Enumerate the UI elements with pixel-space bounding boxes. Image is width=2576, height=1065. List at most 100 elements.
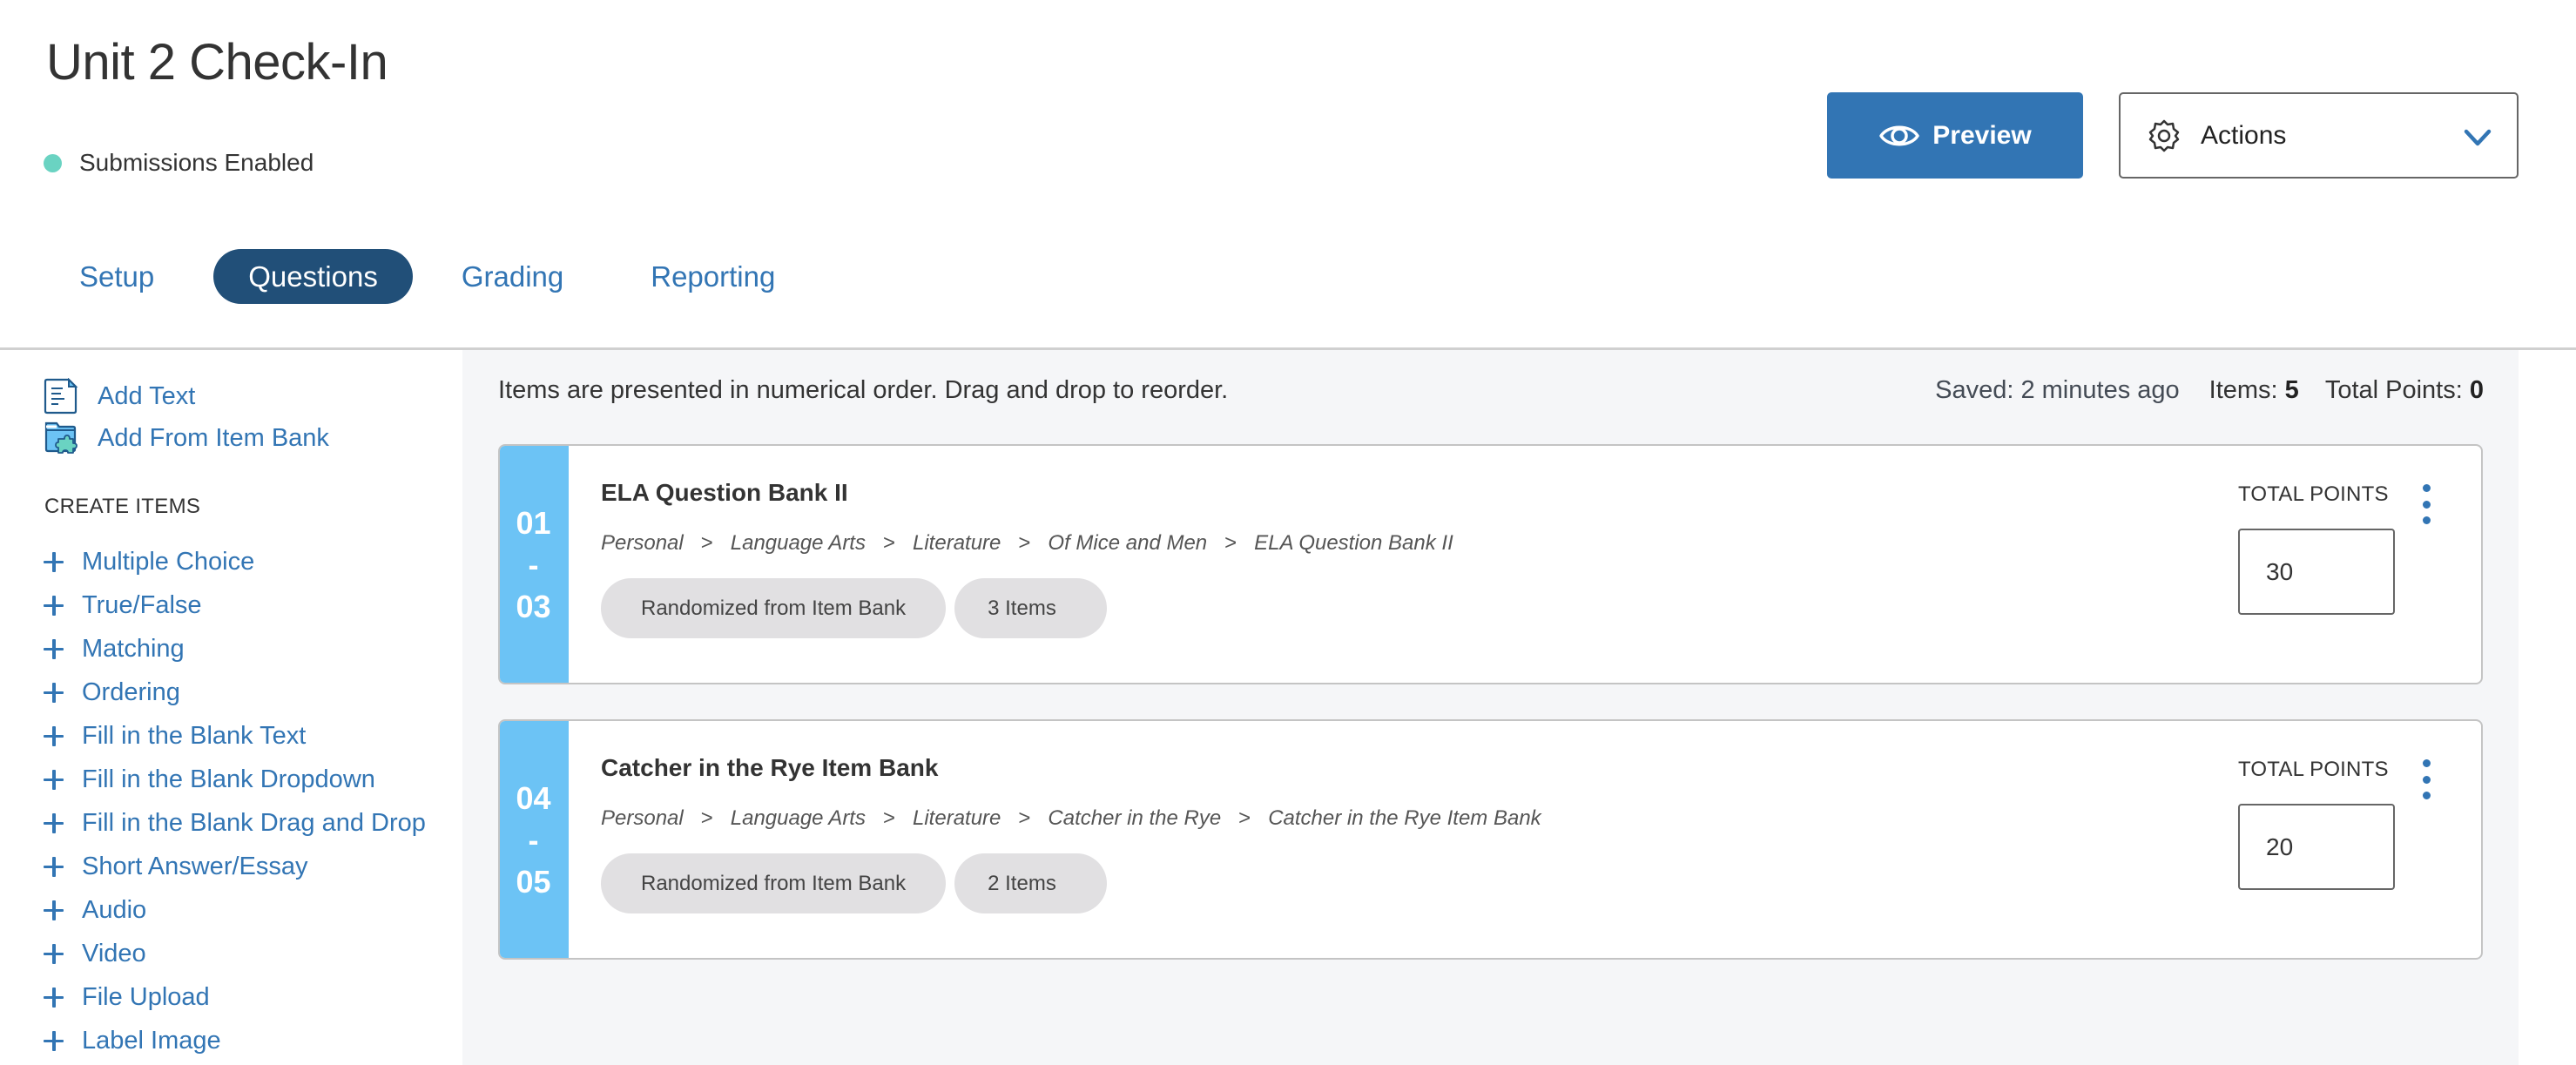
status-dot-icon — [44, 153, 62, 172]
breadcrumb-separator: > — [700, 806, 713, 830]
items-label: Items: — [2208, 376, 2278, 404]
plus-icon — [44, 1030, 64, 1051]
submission-status: Submissions Enabled — [44, 146, 314, 179]
total-points-value: 0 — [2469, 376, 2484, 404]
plus-icon — [44, 595, 64, 616]
randomized-tag: Randomized from Item Bank — [601, 578, 947, 638]
breadcrumb-item: Personal — [601, 806, 684, 830]
create-item-label: Ordering — [82, 677, 180, 706]
reorder-hint: Items are presented in numerical order. … — [498, 376, 1229, 404]
add-text-label: Add Text — [98, 381, 196, 410]
more-options-icon[interactable] — [2418, 759, 2435, 799]
breadcrumb-separator: > — [1224, 531, 1237, 555]
breadcrumb-separator: > — [1018, 806, 1031, 830]
breadcrumb-item: ELA Question Bank II — [1254, 531, 1453, 555]
breadcrumb-separator: > — [882, 531, 895, 555]
create-item-label: Video — [82, 939, 146, 967]
preview-button[interactable]: Preview — [1827, 92, 2083, 179]
items-stat: Items: 5 — [2209, 376, 2299, 405]
tab-setup[interactable]: Setup — [52, 249, 182, 304]
actions-label: Actions — [2201, 120, 2287, 150]
card-tags: Randomized from Item Bank 3 Items — [601, 578, 1116, 638]
create-file-upload[interactable]: File Upload — [44, 975, 426, 1019]
eye-icon — [1879, 125, 1920, 145]
tab-bar: Setup Questions Grading Reporting — [52, 249, 803, 304]
create-fill-blank-dropdown[interactable]: Fill in the Blank Dropdown — [44, 758, 426, 801]
range-separator: - — [528, 822, 539, 858]
card-tags: Randomized from Item Bank 2 Items — [601, 853, 1116, 913]
drag-handle-number-range[interactable]: 01 - 03 — [500, 446, 569, 683]
breadcrumb-item: Catcher in the Rye Item Bank — [1268, 806, 1541, 830]
card-title: ELA Question Bank II — [601, 479, 848, 506]
card-breadcrumb: Personal > Language Arts > Literature > … — [601, 806, 1541, 831]
total-points-input[interactable] — [2238, 529, 2395, 615]
create-item-label: Matching — [82, 634, 185, 663]
range-separator: - — [528, 547, 539, 583]
range-start: 04 — [516, 780, 551, 816]
breadcrumb-item: Of Mice and Men — [1048, 531, 1208, 555]
preview-label: Preview — [1932, 120, 2032, 150]
status-label: Submissions Enabled — [79, 149, 314, 176]
create-item-label: File Upload — [82, 982, 210, 1011]
range-end: 03 — [516, 589, 551, 624]
actions-dropdown[interactable]: Actions — [2119, 92, 2519, 179]
item-bank-card[interactable]: 01 - 03 ELA Question Bank II Personal > … — [498, 444, 2483, 684]
breadcrumb-item: Literature — [913, 806, 1001, 830]
breadcrumb-item: Language Arts — [730, 531, 866, 555]
create-item-label: Fill in the Blank Drag and Drop — [82, 808, 426, 837]
plus-icon — [44, 638, 64, 659]
create-items-heading: CREATE ITEMS — [44, 495, 201, 518]
create-short-answer-essay[interactable]: Short Answer/Essay — [44, 845, 426, 888]
create-ordering[interactable]: Ordering — [44, 671, 426, 714]
create-multiple-choice[interactable]: Multiple Choice — [44, 540, 426, 583]
create-item-label: Label Image — [82, 1026, 221, 1055]
create-matching[interactable]: Matching — [44, 627, 426, 671]
add-text-link[interactable]: Add Text — [44, 378, 195, 415]
item-count-tag: 3 Items — [954, 578, 1107, 638]
breadcrumb-item: Language Arts — [730, 806, 866, 830]
breadcrumb-separator: > — [882, 806, 895, 830]
breadcrumb-item: Literature — [913, 531, 1001, 555]
folder-puzzle-icon — [44, 421, 78, 454]
range-end: 05 — [516, 864, 551, 900]
plus-icon — [44, 987, 64, 1008]
create-label-image[interactable]: Label Image — [44, 1019, 426, 1062]
create-video[interactable]: Video — [44, 932, 426, 975]
plus-icon — [44, 856, 64, 877]
total-points-stat: Total Points: 0 — [2325, 376, 2484, 405]
create-true-false[interactable]: True/False — [44, 583, 426, 627]
plus-icon — [44, 900, 64, 920]
create-fill-blank-drag-drop[interactable]: Fill in the Blank Drag and Drop — [44, 801, 426, 845]
create-items-list: Multiple Choice True/False Matching Orde… — [44, 540, 426, 1062]
item-count-tag: 2 Items — [954, 853, 1107, 913]
add-from-item-bank-link[interactable]: Add From Item Bank — [44, 420, 329, 456]
create-item-label: Audio — [82, 895, 147, 924]
create-audio[interactable]: Audio — [44, 888, 426, 932]
gear-icon — [2148, 119, 2180, 152]
total-points-label: TOTAL POINTS — [2238, 758, 2389, 781]
create-item-label: Short Answer/Essay — [82, 852, 308, 880]
item-bank-card[interactable]: 04 - 05 Catcher in the Rye Item Bank Per… — [498, 719, 2483, 960]
total-points-label: Total Points: — [2324, 376, 2463, 404]
saved-status: Saved: 2 minutes ago — [1935, 376, 2180, 404]
tab-reporting[interactable]: Reporting — [623, 249, 803, 304]
tab-grading[interactable]: Grading — [434, 249, 591, 304]
plus-icon — [44, 682, 64, 703]
create-fill-blank-text[interactable]: Fill in the Blank Text — [44, 714, 426, 758]
breadcrumb-item: Personal — [601, 531, 684, 555]
create-item-label: Fill in the Blank Dropdown — [82, 765, 375, 793]
drag-handle-number-range[interactable]: 04 - 05 — [500, 721, 569, 958]
plus-icon — [44, 769, 64, 790]
card-title: Catcher in the Rye Item Bank — [601, 754, 939, 781]
more-options-icon[interactable] — [2418, 484, 2435, 524]
create-item-label: Fill in the Blank Text — [82, 721, 307, 750]
total-points-input[interactable] — [2238, 804, 2395, 890]
create-item-label: Multiple Choice — [82, 547, 255, 576]
assessment-stats: Saved: 2 minutes ago Items: 5 Total Poin… — [1935, 376, 2484, 405]
plus-icon — [44, 943, 64, 964]
tab-questions[interactable]: Questions — [213, 249, 413, 304]
questions-panel: Items are presented in numerical order. … — [462, 350, 2519, 1065]
document-icon — [44, 378, 78, 415]
add-from-item-bank-label: Add From Item Bank — [98, 423, 329, 452]
randomized-tag: Randomized from Item Bank — [601, 853, 947, 913]
